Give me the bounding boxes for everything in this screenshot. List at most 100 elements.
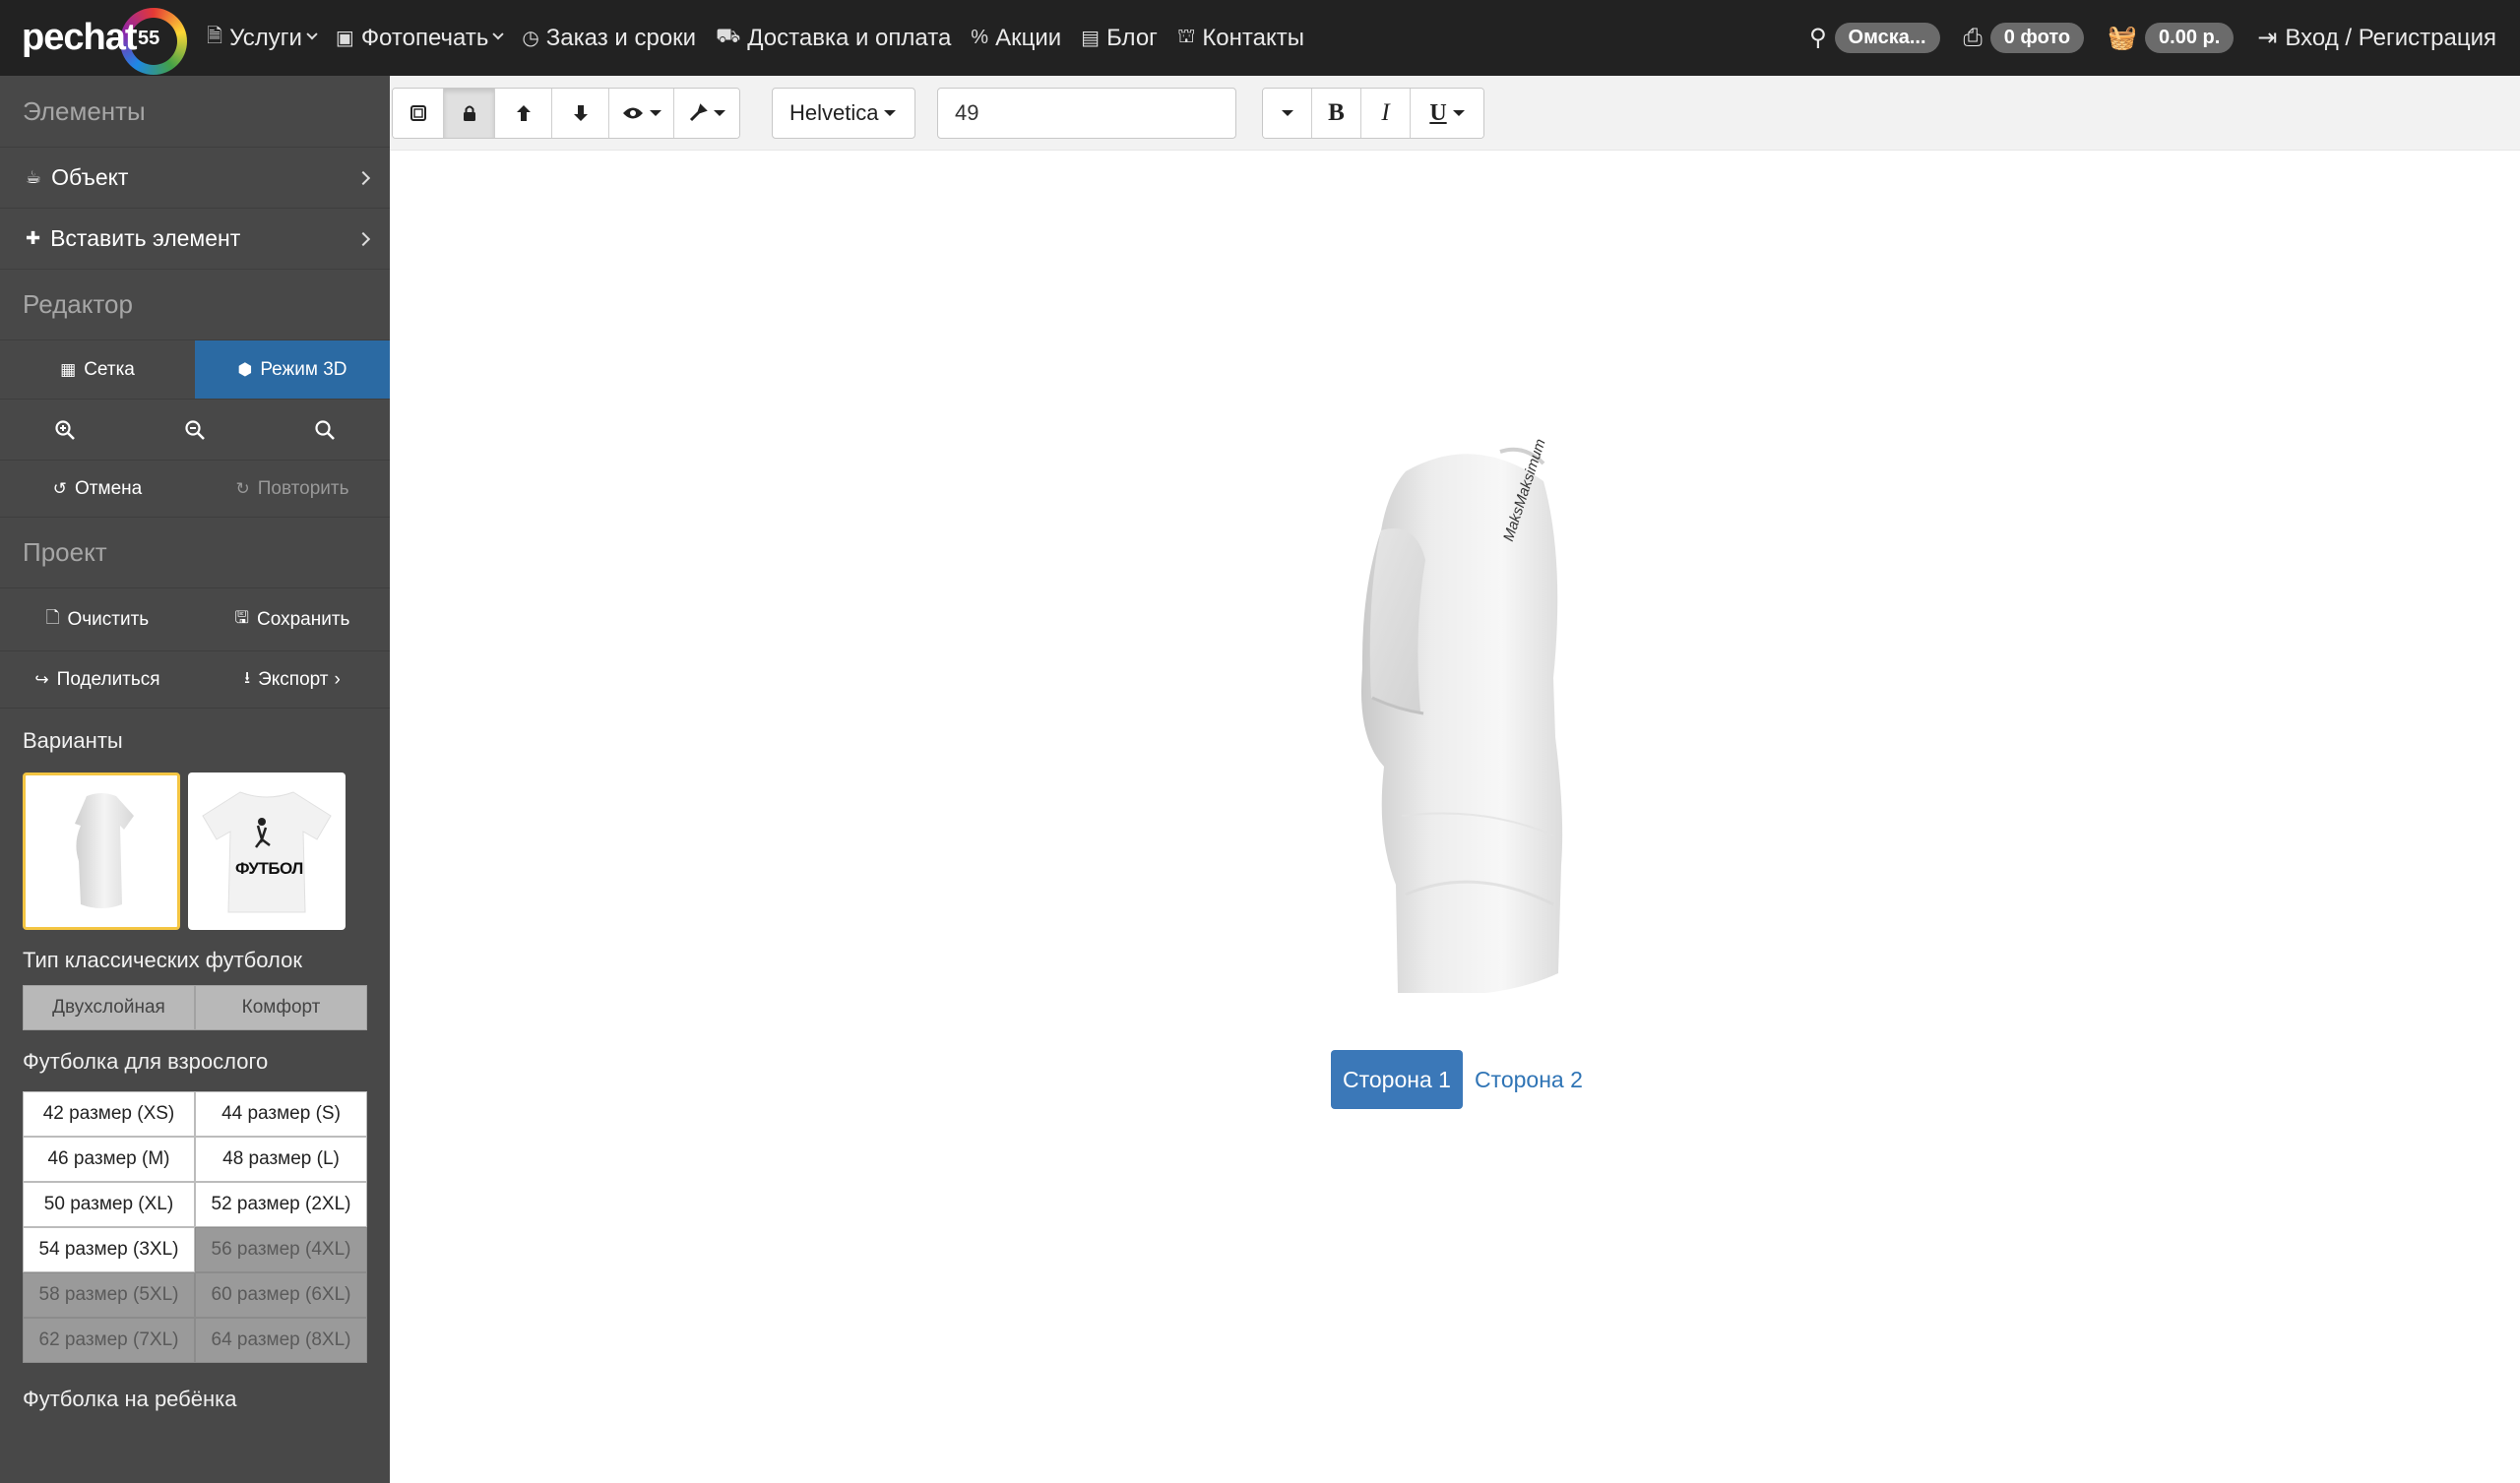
adult-size-grid: 42 размер (XS) 44 размер (S) 46 размер (M)… <box>23 1091 367 1363</box>
login-link[interactable]: ⇥ Вход / Регистрация <box>2257 24 2496 52</box>
basket-icon: 🧺 <box>2108 25 2138 51</box>
nav-promo[interactable]: % Акции <box>971 25 1061 52</box>
mode-3d-button[interactable]: ⬢ Режим 3D <box>195 340 390 399</box>
caret-down-icon <box>884 110 897 116</box>
text-style-group: B I U <box>1262 88 1484 139</box>
underline-dropdown[interactable]: U <box>1411 89 1483 138</box>
zoom-row <box>0 399 390 460</box>
nav-contacts-label: Контакты <box>1202 24 1304 51</box>
bold-button[interactable]: B <box>1312 89 1361 138</box>
car-icon: ⛟ <box>716 26 741 47</box>
caret-down-icon <box>1281 110 1293 116</box>
percent-icon: % <box>971 27 989 48</box>
variant-thumb-1[interactable] <box>23 772 180 930</box>
type-comfort[interactable]: Комфорт <box>195 985 367 1030</box>
document-icon: 🗎 <box>207 25 223 47</box>
map-marker-icon: ⚲ <box>1808 25 1827 51</box>
tshirt-3d-preview[interactable]: MaksMaksimum <box>1307 437 1573 998</box>
color-picker-dropdown[interactable] <box>674 89 739 138</box>
tab-side-1[interactable]: Сторона 1 <box>1331 1050 1463 1109</box>
export-button[interactable]: ⭳ Экспорт › <box>195 651 390 708</box>
redo-label: Повторить <box>257 477 349 499</box>
printer-icon: ⎙ <box>1963 24 1983 51</box>
caret-down-icon <box>1452 110 1465 116</box>
chevron-down-icon <box>492 28 504 39</box>
nav-orders[interactable]: ◷ Заказ и сроки <box>522 25 696 52</box>
search-icon <box>315 419 335 440</box>
undo-button[interactable]: ↺ Отмена <box>0 461 195 517</box>
city-selector[interactable]: ⚲ Омска... <box>1809 23 1940 53</box>
nav-contacts[interactable]: ⛫ Контакты <box>1177 25 1304 52</box>
object-label: Объект <box>51 164 129 190</box>
type-segmented: Двухслойная Комфорт <box>23 985 367 1030</box>
logo-text: pechat <box>22 17 137 58</box>
city-badge: Омска... <box>1834 23 1940 53</box>
text-align-dropdown[interactable] <box>1263 89 1312 138</box>
size-option[interactable]: 48 размер (L) <box>195 1137 367 1182</box>
size-option[interactable]: 62 размер (7XL) <box>23 1318 195 1363</box>
lock-button[interactable] <box>444 89 495 138</box>
zoom-in-icon <box>55 419 75 440</box>
object-icon: ☕ <box>26 167 42 187</box>
nav-photoprint[interactable]: ▣ Фотопечать <box>335 24 504 52</box>
caret-down-icon <box>714 110 725 116</box>
design-canvas[interactable]: MaksMaksimum Сторона 1 Сторона 2 <box>390 151 2520 1483</box>
photos-counter[interactable]: ⎙ 0 фото <box>1964 23 2085 53</box>
font-size-input[interactable]: 49 <box>937 88 1236 139</box>
redo-button[interactable]: ↻ Повторить <box>195 461 390 517</box>
size-option[interactable]: 56 размер (4XL) <box>195 1227 367 1272</box>
site-logo[interactable]: pechat 55 <box>22 4 187 75</box>
size-option[interactable]: 60 размер (6XL) <box>195 1272 367 1318</box>
variant-print-text: ФУТБОЛ <box>235 859 303 878</box>
chevron-right-icon <box>355 170 371 185</box>
floppy-icon: 🖫 <box>234 608 250 627</box>
size-option[interactable]: 44 размер (S) <box>195 1091 367 1137</box>
share-button[interactable]: ↪ Поделиться <box>0 651 195 708</box>
size-option[interactable]: 46 размер (M) <box>23 1137 195 1182</box>
save-button[interactable]: 🖫 Сохранить <box>195 588 390 650</box>
visibility-dropdown[interactable] <box>609 89 674 138</box>
clear-button[interactable]: 🗋 Очистить <box>0 588 195 650</box>
nav-delivery[interactable]: ⛟ Доставка и оплата <box>716 25 951 52</box>
size-option[interactable]: 64 размер (8XL) <box>195 1318 367 1363</box>
chevron-right-icon <box>355 231 371 246</box>
elements-heading: Элементы <box>23 95 146 126</box>
nav-photoprint-label: Фотопечать <box>360 24 489 51</box>
bring-forward-button[interactable] <box>495 89 552 138</box>
clear-label: Очистить <box>67 608 150 630</box>
nav-services[interactable]: 🗎 Услуги <box>207 22 318 55</box>
plus-icon: ✚ <box>26 228 41 248</box>
zoom-out-button[interactable] <box>130 400 260 460</box>
zoom-in-button[interactable] <box>0 400 130 460</box>
select-mode-button[interactable] <box>393 89 444 138</box>
arrange-group <box>392 88 740 139</box>
italic-button[interactable]: I <box>1361 89 1411 138</box>
type-double-layer[interactable]: Двухслойная <box>23 985 195 1030</box>
clock-icon: ◷ <box>522 28 539 49</box>
arrow-up-icon <box>516 105 531 121</box>
newspaper-icon: ▤ <box>1081 28 1101 49</box>
font-family-select[interactable]: Helvetica <box>772 88 915 139</box>
camera-icon: ▣ <box>335 28 354 49</box>
object-menu[interactable]: ☕ Объект <box>0 147 390 208</box>
grid-button[interactable]: ▦ Сетка <box>0 340 195 399</box>
insert-element-menu[interactable]: ✚ Вставить элемент <box>0 208 390 269</box>
sign-in-icon: ⇥ <box>2257 25 2278 51</box>
size-option[interactable]: 42 размер (XS) <box>23 1091 195 1137</box>
nav-blog[interactable]: ▤ Блог <box>1081 25 1158 52</box>
side-tabs: Сторона 1 Сторона 2 <box>1331 1050 1595 1109</box>
project-row-1: 🗋 Очистить 🖫 Сохранить <box>0 587 390 650</box>
tshirt-print-thumbnail <box>202 791 332 913</box>
editor-heading: Редактор <box>0 269 390 340</box>
tab-side-2[interactable]: Сторона 2 <box>1463 1050 1595 1109</box>
size-option[interactable]: 58 размер (5XL) <box>23 1272 195 1318</box>
size-option[interactable]: 52 размер (2XL) <box>195 1182 367 1227</box>
zoom-reset-button[interactable] <box>260 400 390 460</box>
size-option[interactable]: 54 размер (3XL) <box>23 1227 195 1272</box>
size-option[interactable]: 50 размер (XL) <box>23 1182 195 1227</box>
main-nav: 🗎 Услуги ▣ Фотопечать ◷ Заказ и сроки ⛟ … <box>207 22 1324 55</box>
cart[interactable]: 🧺 0.00 р. <box>2108 23 2235 53</box>
nav-blog-label: Блог <box>1106 24 1158 51</box>
variant-thumb-2[interactable]: ФУТБОЛ <box>188 772 346 930</box>
send-backward-button[interactable] <box>552 89 609 138</box>
